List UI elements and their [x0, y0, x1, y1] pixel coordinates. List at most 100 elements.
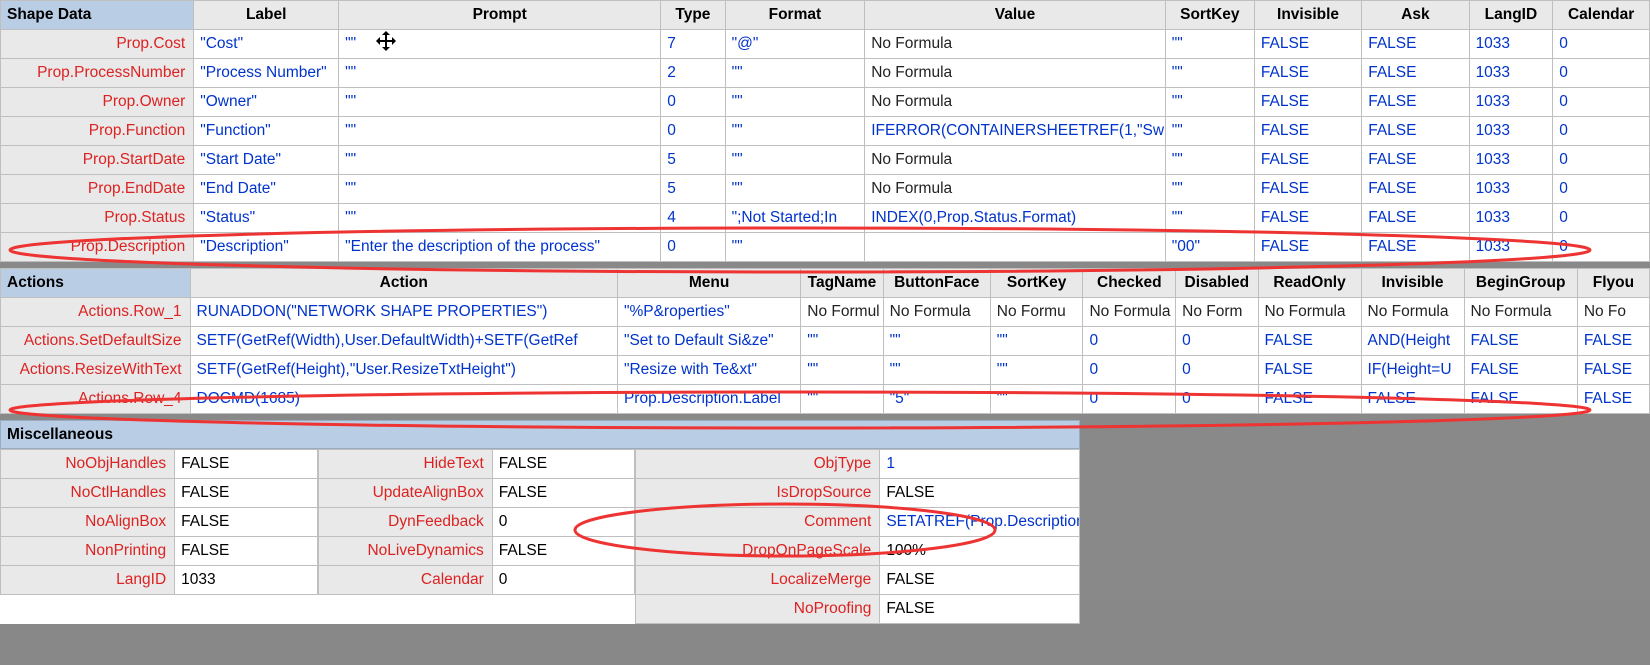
cell[interactable]: FALSE — [1464, 356, 1577, 385]
misc-value[interactable]: 1033 — [175, 566, 318, 595]
cell[interactable]: No Formula — [865, 175, 1166, 204]
cell[interactable]: Actions.Row_1 — [1, 298, 191, 327]
cell[interactable]: AND(Height — [1361, 327, 1464, 356]
cell[interactable]: 0 — [1553, 59, 1650, 88]
cell[interactable]: 0 — [1176, 327, 1258, 356]
cell[interactable]: "" — [1165, 146, 1254, 175]
cell[interactable]: "%P&roperties" — [617, 298, 800, 327]
cell[interactable]: "" — [1165, 117, 1254, 146]
col-tagname[interactable]: TagName — [801, 269, 883, 298]
cell[interactable]: 1033 — [1469, 30, 1553, 59]
cell[interactable]: Prop.Status — [1, 204, 194, 233]
misc-row[interactable]: IsDropSourceFALSE — [636, 479, 1080, 508]
shape-data-row[interactable]: Prop.Status"Status"""4";Not Started;InIN… — [1, 204, 1650, 233]
cell[interactable]: No Fo — [1577, 298, 1649, 327]
misc-row[interactable]: DropOnPageScale100% — [636, 537, 1080, 566]
col-format[interactable]: Format — [725, 1, 865, 30]
cell[interactable]: FALSE — [1362, 175, 1469, 204]
cell[interactable]: "Status" — [194, 204, 339, 233]
misc-value[interactable]: FALSE — [492, 479, 635, 508]
cell[interactable]: "" — [725, 146, 865, 175]
cell[interactable]: "" — [1165, 175, 1254, 204]
cell[interactable]: 0 — [1083, 385, 1176, 414]
col-prompt[interactable]: Prompt — [339, 1, 661, 30]
cell[interactable]: FALSE — [1254, 146, 1361, 175]
cell[interactable]: "Owner" — [194, 88, 339, 117]
misc-row[interactable]: NoProofingFALSE — [636, 595, 1080, 624]
cell[interactable]: FALSE — [1254, 59, 1361, 88]
shape-data-row[interactable]: Prop.StartDate"Start Date"""5""No Formul… — [1, 146, 1650, 175]
cell[interactable]: FALSE — [1362, 233, 1469, 262]
cell[interactable]: "" — [725, 175, 865, 204]
cell[interactable]: "00" — [1165, 233, 1254, 262]
cell[interactable]: SETF(GetRef(Height),"User.ResizeTxtHeigh… — [190, 356, 617, 385]
misc-row[interactable]: LocalizeMergeFALSE — [636, 566, 1080, 595]
misc-row[interactable]: ObjType1 — [636, 450, 1080, 479]
cell[interactable]: FALSE — [1464, 327, 1577, 356]
cell[interactable]: FALSE — [1362, 146, 1469, 175]
cell[interactable]: "End Date" — [194, 175, 339, 204]
cell[interactable]: "" — [990, 356, 1083, 385]
cell[interactable]: Prop.Function — [1, 117, 194, 146]
actions-row[interactable]: Actions.Row_1RUNADDON("NETWORK SHAPE PRO… — [1, 298, 1650, 327]
cell[interactable]: FALSE — [1254, 175, 1361, 204]
misc-value[interactable]: FALSE — [492, 537, 635, 566]
cell[interactable]: No Formula — [1258, 298, 1361, 327]
misc-value[interactable]: 100% — [880, 537, 1080, 566]
cell[interactable]: 0 — [1176, 356, 1258, 385]
misc-row[interactable]: NoAlignBoxFALSE — [1, 508, 318, 537]
cell[interactable]: Prop.Owner — [1, 88, 194, 117]
cell[interactable]: FALSE — [1577, 385, 1649, 414]
cell[interactable]: FALSE — [1464, 385, 1577, 414]
cell[interactable]: 0 — [661, 233, 725, 262]
misc-row[interactable]: NonPrintingFALSE — [1, 537, 318, 566]
cell[interactable]: "" — [801, 385, 883, 414]
cell[interactable]: 1033 — [1469, 175, 1553, 204]
cell[interactable]: 0 — [661, 117, 725, 146]
cell[interactable]: 7 — [661, 30, 725, 59]
col-checked[interactable]: Checked — [1083, 269, 1176, 298]
cell[interactable]: "5" — [883, 385, 990, 414]
cell[interactable]: 0 — [661, 88, 725, 117]
cell[interactable]: FALSE — [1254, 204, 1361, 233]
cell[interactable]: "Start Date" — [194, 146, 339, 175]
cell[interactable]: 0 — [1553, 175, 1650, 204]
col-langid[interactable]: LangID — [1469, 1, 1553, 30]
cell[interactable]: "" — [339, 59, 661, 88]
col-begingroup[interactable]: BeginGroup — [1464, 269, 1577, 298]
col-label[interactable]: Label — [194, 1, 339, 30]
cell[interactable]: Prop.Description.Label — [617, 385, 800, 414]
cell[interactable]: No Formula — [1464, 298, 1577, 327]
misc-row[interactable]: CommentSETATREF(Prop.Description) — [636, 508, 1080, 537]
cell[interactable]: 0 — [1553, 146, 1650, 175]
cell[interactable]: "Description" — [194, 233, 339, 262]
cell[interactable]: "" — [1165, 88, 1254, 117]
shape-data-row[interactable]: Prop.Description"Description""Enter the … — [1, 233, 1650, 262]
col-calendar[interactable]: Calendar — [1553, 1, 1650, 30]
misc-row[interactable]: NoObjHandlesFALSE — [1, 450, 318, 479]
cell[interactable]: "" — [339, 204, 661, 233]
cell[interactable]: FALSE — [1362, 59, 1469, 88]
misc-row[interactable]: NoCtlHandlesFALSE — [1, 479, 318, 508]
shape-data-row[interactable]: Prop.EndDate"End Date"""5""No Formula""F… — [1, 175, 1650, 204]
cell[interactable]: "" — [1165, 30, 1254, 59]
cell[interactable]: Actions.SetDefaultSize — [1, 327, 191, 356]
misc-value[interactable]: 0 — [492, 566, 635, 595]
cell[interactable]: "" — [1165, 204, 1254, 233]
cell[interactable]: Prop.StartDate — [1, 146, 194, 175]
misc-row[interactable]: Calendar0 — [318, 566, 635, 595]
cell[interactable]: 1033 — [1469, 146, 1553, 175]
misc-value[interactable]: FALSE — [175, 479, 318, 508]
cell[interactable]: "Function" — [194, 117, 339, 146]
cell[interactable]: FALSE — [1362, 117, 1469, 146]
col-invisible2[interactable]: Invisible — [1361, 269, 1464, 298]
misc-value[interactable]: 1 — [880, 450, 1080, 479]
col-buttonface[interactable]: ButtonFace — [883, 269, 990, 298]
misc-value[interactable]: 0 — [492, 508, 635, 537]
cell[interactable]: FALSE — [1362, 204, 1469, 233]
actions-row[interactable]: Actions.SetDefaultSizeSETF(GetRef(Width)… — [1, 327, 1650, 356]
col-value[interactable]: Value — [865, 1, 1166, 30]
cell[interactable]: DOCMD(1685) — [190, 385, 617, 414]
cell[interactable]: 0 — [1083, 327, 1176, 356]
cell[interactable]: 4 — [661, 204, 725, 233]
